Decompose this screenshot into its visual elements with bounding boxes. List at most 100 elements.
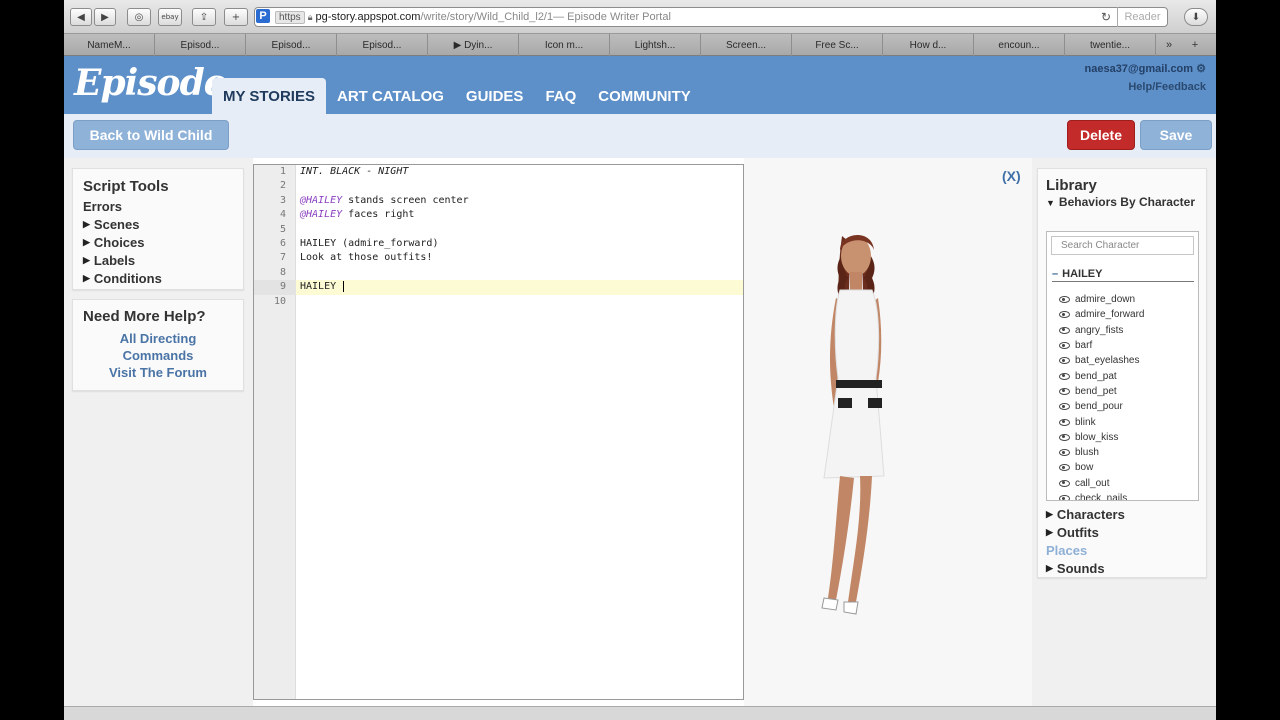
library-outfits[interactable]: ▶ Outfits [1046,523,1125,541]
editor-line-active[interactable]: 9 HAILEY [254,280,743,295]
bookmark-item[interactable]: Lightsh... [610,34,701,56]
behavior-item[interactable]: call_out [1059,476,1144,491]
library-places[interactable]: Places [1046,541,1125,559]
behavior-label: blush [1075,447,1099,459]
eye-icon[interactable] [1059,326,1070,334]
eye-icon[interactable] [1059,357,1070,365]
editor-line[interactable]: 4 @HAILEY faces right [254,208,743,222]
errors-item[interactable]: Errors [83,197,233,215]
history-icon[interactable]: ◎ [127,8,151,26]
visit-forum-link[interactable]: Visit The Forum [83,365,233,382]
bookmark-item[interactable]: Screen... [701,34,792,56]
library-characters[interactable]: ▶ Characters [1046,505,1125,523]
eye-icon[interactable] [1059,464,1070,472]
behaviors-list-box[interactable]: Search Character – HAILEY admire_down adm… [1046,231,1199,501]
address-bar[interactable]: https 🔒︎ pg-story.appspot.com/write/stor… [254,7,1168,27]
character-group-header[interactable]: – HAILEY [1052,268,1194,282]
behavior-item[interactable]: bend_pour [1059,399,1144,414]
bookmarks-overflow-icon[interactable]: » [1156,34,1182,55]
bookmark-item[interactable]: ▶ Dyin... [428,34,519,56]
eye-icon[interactable] [1059,449,1070,457]
ebay-bookmark-icon[interactable]: ebay [158,8,182,26]
share-icon[interactable]: ⇪ [192,8,216,26]
close-preview-button[interactable]: (X) [1002,168,1021,184]
behavior-item[interactable]: blush [1059,445,1144,460]
eye-icon[interactable] [1059,403,1070,411]
behavior-item[interactable]: check_nails [1059,491,1144,500]
labels-item[interactable]: ▶ Labels [83,251,233,269]
delete-button[interactable]: Delete [1067,120,1135,150]
nav-faq[interactable]: FAQ [534,78,587,114]
back-to-story-button[interactable]: Back to Wild Child [73,120,229,150]
editor-line[interactable]: 3 @HAILEY stands screen center [254,194,743,208]
account-email[interactable]: naesa37@gmail.com [1085,63,1194,75]
commands-link[interactable]: Commands [83,348,233,365]
bookmark-item[interactable]: Free Sc... [792,34,883,56]
help-feedback-link[interactable]: Help/Feedback [1085,78,1206,96]
behavior-item[interactable]: bend_pat [1059,368,1144,383]
editor-line[interactable]: 7 Look at those outfits! [254,251,743,265]
bookmark-item[interactable]: twentie... [1065,34,1156,56]
behavior-item[interactable]: blink [1059,414,1144,429]
editor-line[interactable]: 5 [254,223,743,237]
gear-icon[interactable]: ⚙ [1196,63,1206,75]
eye-icon[interactable] [1059,387,1070,395]
behavior-item[interactable]: admire_down [1059,292,1144,307]
bookmark-item[interactable]: How d... [883,34,974,56]
eye-icon[interactable] [1059,495,1070,500]
behavior-label: blink [1075,416,1096,428]
reload-icon[interactable]: ↻ [1101,10,1111,24]
editor-line[interactable]: 1 INT. BLACK - NIGHT [254,165,743,179]
behavior-item[interactable]: bat_eyelashes [1059,353,1144,368]
behavior-item[interactable]: admire_forward [1059,307,1144,322]
nav-guides[interactable]: GUIDES [455,78,535,114]
editor-line[interactable]: 2 [254,179,743,193]
behaviors-header-label: Behaviors By Character [1058,195,1195,209]
pinned-p-icon[interactable]: P [256,9,270,23]
save-button[interactable]: Save [1140,120,1212,150]
bookmark-item[interactable]: Episod... [337,34,428,56]
nav-art-catalog[interactable]: ART CATALOG [326,78,455,114]
scenes-item[interactable]: ▶ Scenes [83,215,233,233]
all-directing-link[interactable]: All Directing [83,331,233,348]
script-editor[interactable]: 1 INT. BLACK - NIGHT 2 3 @HAILEY stands sc… [253,164,744,700]
line-text: faces right [342,209,415,221]
forward-arrow-icon[interactable]: ▶ [94,8,116,26]
behaviors-by-character-header[interactable]: ▼ Behaviors By Character [1046,196,1198,210]
episode-logo[interactable]: Episode [74,62,227,104]
reader-button[interactable]: Reader [1117,7,1167,27]
editor-line[interactable]: 6 HAILEY (admire_forward) [254,237,743,251]
bookmark-item[interactable]: Episod... [246,34,337,56]
eye-icon[interactable] [1059,296,1070,304]
behavior-item[interactable]: barf [1059,338,1144,353]
search-character-input[interactable]: Search Character [1051,236,1194,255]
new-tab-icon[interactable]: + [224,8,248,26]
back-arrow-icon[interactable]: ◀ [70,8,92,26]
bookmark-item[interactable]: NameM... [64,34,155,56]
nav-community[interactable]: COMMUNITY [587,78,702,114]
add-bookmark-icon[interactable]: + [1182,34,1208,55]
eye-icon[interactable] [1059,372,1070,380]
eye-icon[interactable] [1059,311,1070,319]
library-sounds[interactable]: ▶ Sounds [1046,559,1125,577]
choices-item[interactable]: ▶ Choices [83,233,233,251]
behavior-item[interactable]: blow_kiss [1059,430,1144,445]
editor-line[interactable]: 8 [254,266,743,280]
library-sections: ▶ Characters ▶ Outfits Places ▶ Sounds [1046,505,1125,577]
eye-icon[interactable] [1059,418,1070,426]
behavior-item[interactable]: angry_fists [1059,323,1144,338]
eye-icon[interactable] [1059,342,1070,350]
bookmark-item[interactable]: encoun... [974,34,1065,56]
nav-my-stories[interactable]: MY STORIES [212,78,326,114]
editor-line[interactable]: 10 [254,295,743,309]
bookmark-item[interactable]: Episod... [155,34,246,56]
downloads-icon[interactable]: ⬇ [1184,8,1208,26]
help-title: Need More Help? [83,308,206,325]
bookmark-item[interactable]: Icon m... [519,34,610,56]
eye-icon[interactable] [1059,479,1070,487]
eye-icon[interactable] [1059,433,1070,441]
conditions-item[interactable]: ▶ Conditions [83,269,233,287]
behavior-item[interactable]: bow [1059,460,1144,475]
behavior-item[interactable]: bend_pet [1059,384,1144,399]
behavior-label: bend_pour [1075,401,1123,413]
